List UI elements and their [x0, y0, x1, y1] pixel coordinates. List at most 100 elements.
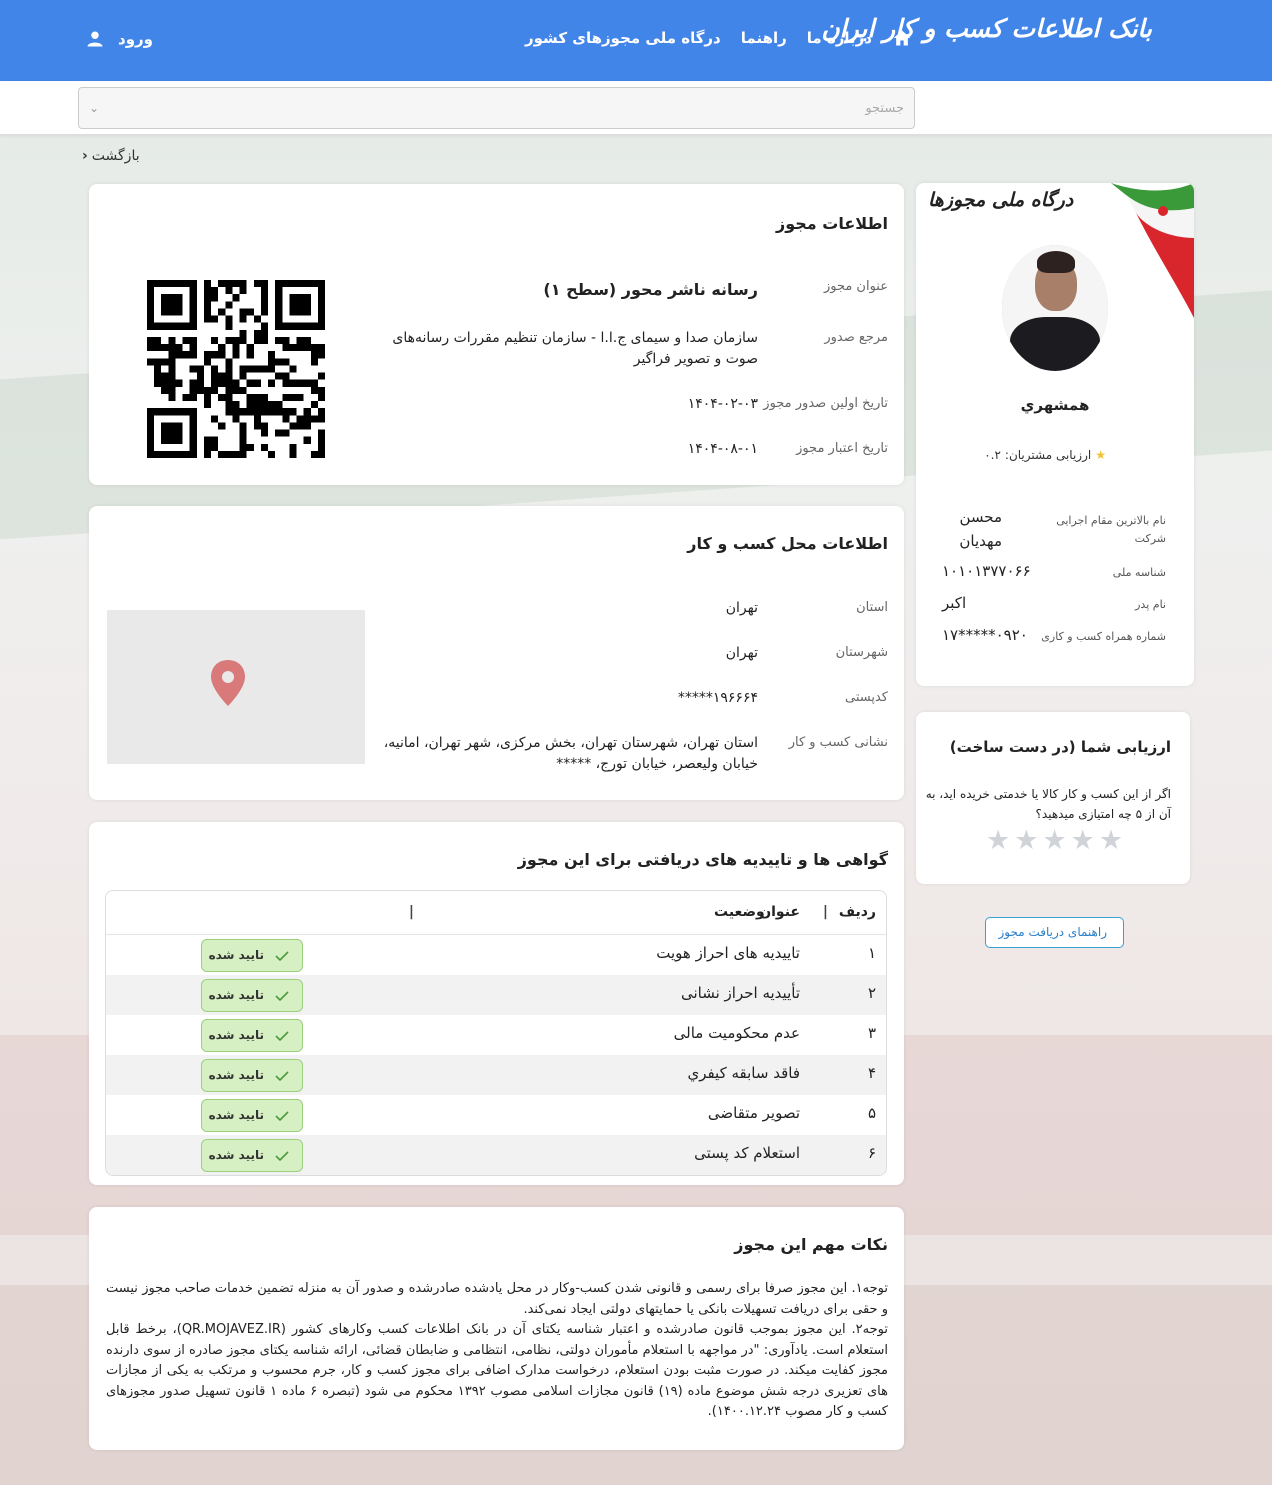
license-title-value: رسانه ناشر محور (سطح ۱) [543, 280, 758, 299]
table-row: ۶ استعلام کد پستی تایید شده [106, 1135, 886, 1175]
table-row: ۱ تاییدیه های احراز هویت تایید شده [106, 935, 886, 975]
flag-decoration [1111, 183, 1194, 318]
qr-code [147, 280, 325, 458]
certificates-table: ردیف | عنوان | وضعیت ۱ تاییدیه های احراز… [105, 890, 887, 1176]
rating-question: اگر از این کسب و کار کالا یا خدمتی خریده… [925, 787, 1171, 821]
rating-title: ارزیابی شما (در دست ساخت) [949, 738, 1171, 756]
province-label: استان [856, 600, 888, 615]
mobile-value: ۰۹۲۰*****۱۷ [942, 626, 1028, 644]
father-name-label: نام پدر [1135, 598, 1166, 611]
search-input[interactable] [204, 97, 904, 119]
search-box[interactable]: ⌄ [78, 87, 915, 129]
status-badge: تایید شده [201, 1059, 303, 1092]
back-link[interactable]: بازگشت ‹ [82, 148, 140, 164]
row-idx: ۴ [867, 1064, 876, 1082]
check-icon [275, 1031, 289, 1042]
ceo-label: نام بالاترین مقام اجرایی شرکت [1056, 514, 1166, 545]
col-title: عنوان [759, 904, 800, 920]
row-title: تاییدیه های احراز هویت [656, 944, 800, 962]
issuer-label: مرجع صدور [824, 330, 888, 345]
check-icon [275, 1071, 289, 1082]
issuer-value: سازمان صدا و سیمای ج.ا.ا - سازمان تنظیم … [392, 330, 758, 367]
license-info-title: اطلاعات مجوز [776, 214, 888, 233]
star-icon[interactable]: ★ [1071, 827, 1095, 854]
star-icon[interactable]: ★ [986, 827, 1010, 854]
row-title: عدم محکومیت مالی [673, 1024, 800, 1042]
first-issue-date-label: تاریخ اولین صدور مجوز [763, 396, 888, 411]
row-title: تصویر متقاضی [707, 1104, 800, 1122]
rating-card: ارزیابی شما (در دست ساخت) اگر از این کسب… [916, 712, 1190, 884]
city-label: شهرستان [835, 645, 888, 660]
nav-about[interactable]: درباره ما [807, 29, 872, 47]
row-title: فاقد سابقه کیفري [687, 1064, 800, 1082]
location-card: اطلاعات محل کسب و کار استان تهران شهرستا… [89, 506, 904, 800]
row-title: استعلام کد پستی [694, 1144, 800, 1162]
status-badge: تایید شده [201, 1099, 303, 1132]
col-idx: ردیف [838, 904, 876, 920]
license-title-label: عنوان مجوز [823, 279, 888, 294]
star-rating[interactable]: ★ ★ ★ ★ ★ [986, 827, 1123, 854]
chevron-down-icon[interactable]: ⌄ [89, 101, 99, 115]
postal-code-label: کدپستی [845, 690, 888, 705]
table-row: ۴ فاقد سابقه کیفري تایید شده [106, 1055, 886, 1095]
note-1: توجه۱. این مجوز صرفا برای رسمی و قانونی … [106, 1281, 888, 1317]
portal-logo: درگاه ملی مجوزها [928, 189, 1074, 211]
row-idx: ۱ [867, 944, 876, 962]
validity-date-value: ۱۴۰۴-۰۸-۰۱ [687, 441, 758, 457]
table-row: ۳ عدم محکومیت مالی تایید شده [106, 1015, 886, 1055]
notes-title: نکات مهم این مجوز [734, 1235, 888, 1254]
status-badge: تایید شده [201, 939, 303, 972]
national-id-value: ۱۰۱۰۱۳۷۷۰۶۶ [942, 562, 1031, 580]
chevron-left-icon: ‹ [82, 148, 88, 164]
check-icon [275, 991, 289, 1002]
status-badge: تایید شده [201, 1139, 303, 1172]
map-placeholder[interactable] [107, 610, 365, 764]
first-issue-date-value: ۱۴۰۴-۰۲-۰۳ [687, 396, 758, 412]
row-idx: ۳ [867, 1024, 876, 1042]
nav-portal[interactable]: درگاه ملی مجوزهای کشور [525, 29, 721, 47]
city-value: تهران [725, 645, 758, 661]
national-id-label: شناسه ملی [1112, 566, 1166, 579]
business-name: همشهري [1020, 396, 1090, 414]
back-label: بازگشت [91, 148, 140, 164]
top-navbar: بانک اطلاعات کسب و کار ایران درباره ما ر… [0, 0, 1272, 81]
login-label: ورود [118, 30, 153, 48]
license-info-card: اطلاعات مجوز عنوان مجوز رسانه ناشر محور … [89, 184, 904, 485]
star-icon[interactable]: ★ [1099, 827, 1123, 854]
rating-value: ۰.۲ [984, 448, 1001, 462]
main-nav: درباره ما راهنما درگاه ملی مجوزهای کشور [525, 28, 912, 48]
notes-card: نکات مهم این مجوز توجه۱. این مجوز صرفا ب… [89, 1207, 904, 1450]
check-icon [275, 1111, 289, 1122]
notes-text: توجه۱. این مجوز صرفا برای رسمی و قانونی … [106, 1279, 888, 1423]
login-button[interactable]: ورود [86, 30, 153, 48]
col-separator: | [822, 904, 828, 920]
profile-photo [1002, 245, 1108, 371]
nav-guide[interactable]: راهنما [741, 29, 787, 47]
rating-label: ارزیابی مشتریان: [1004, 448, 1092, 462]
table-row: ۲ تأییدیه احراز نشانی تایید شده [106, 975, 886, 1015]
ceo-value: محسن مهدیان [959, 508, 1002, 550]
check-icon [275, 1151, 289, 1162]
row-title: تأییدیه احراز نشانی [680, 984, 800, 1002]
validity-date-label: تاریخ اعتبار مجوز [796, 441, 888, 456]
father-name-value: اکبر [942, 594, 967, 612]
license-guide-button[interactable]: راهنمای دریافت مجوز [985, 917, 1124, 948]
home-icon[interactable] [892, 28, 912, 48]
status-badge: تایید شده [201, 1019, 303, 1052]
user-icon [87, 31, 103, 47]
row-idx: ۶ [867, 1144, 876, 1162]
row-idx: ۲ [867, 984, 876, 1002]
table-row: ۵ تصویر متقاضی تایید شده [106, 1095, 886, 1135]
guide-label: راهنمای دریافت مجوز [998, 925, 1107, 939]
location-title: اطلاعات محل کسب و کار [687, 534, 888, 553]
col-status: وضعیت [714, 904, 765, 920]
star-icon[interactable]: ★ [1042, 827, 1066, 854]
star-icon[interactable]: ★ [1014, 827, 1038, 854]
search-bar: ⌄ [0, 81, 1272, 135]
table-header: ردیف | عنوان | وضعیت [106, 891, 886, 935]
customer-rating: ★ ارزیابی مشتریان: ۰.۲ [984, 448, 1106, 462]
postal-code-value: ۱۹۶۶۶۴***** [677, 690, 758, 706]
address-value: استان تهران، شهرستان تهران، بخش مرکزی، ش… [383, 735, 758, 772]
map-pin-icon [211, 660, 245, 706]
certificates-title: گواهی ها و تاییدیه های دریافتی برای این … [517, 850, 888, 869]
